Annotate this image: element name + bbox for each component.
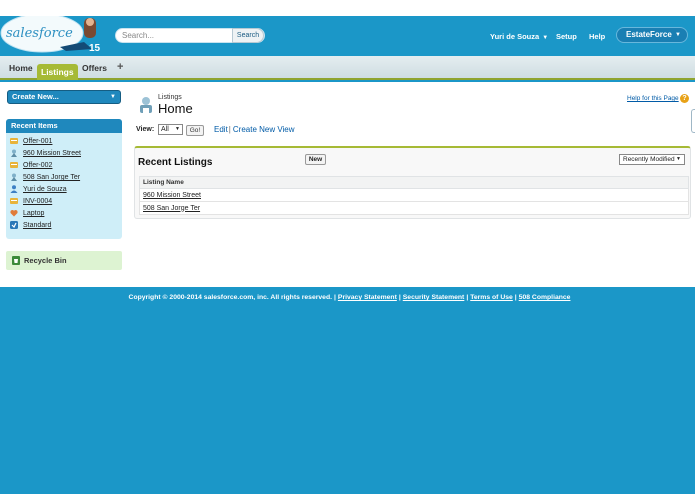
recent-item-link[interactable]: Laptop xyxy=(23,210,44,217)
go-button[interactable]: Go! xyxy=(186,125,204,136)
user-name: Yuri de Souza xyxy=(490,32,540,41)
link-separator: | xyxy=(228,125,231,134)
table-row: 960 Mission Street xyxy=(139,188,689,202)
list-item: Laptop xyxy=(6,207,122,219)
list-item: Offer-002 xyxy=(6,159,122,171)
edit-view-link[interactable]: Edit xyxy=(214,125,228,134)
list-item: INV-0004 xyxy=(6,195,122,207)
create-new-view-link[interactable]: Create New View xyxy=(233,125,295,134)
table-cell: 960 Mission Street xyxy=(139,188,689,202)
all-tabs-plus-icon[interactable]: + xyxy=(117,61,123,73)
footer-separator: | xyxy=(334,294,336,301)
help-for-this-page-link[interactable]: Help for this Page xyxy=(627,95,679,102)
footer-separator: | xyxy=(466,294,469,301)
terms-of-use-link[interactable]: Terms of Use xyxy=(470,294,513,301)
logo-badge: 15 xyxy=(89,43,101,54)
footer-separator: | xyxy=(398,294,401,301)
listing-icon xyxy=(140,97,152,113)
user-icon xyxy=(10,185,18,193)
list-item: Offer-001 xyxy=(6,135,122,147)
recent-items-list: Offer-001 960 Mission Street Offer-002 5… xyxy=(6,133,122,231)
offer-icon xyxy=(10,138,18,144)
new-listing-button[interactable]: New xyxy=(305,154,326,165)
recent-items-title: Recent Items xyxy=(6,119,122,133)
recycle-bin[interactable]: Recycle Bin xyxy=(6,251,122,270)
top-strip xyxy=(0,0,695,16)
list-item: 508 San Jorge Ter xyxy=(6,171,122,183)
sort-select[interactable]: Recently Modified ▼ xyxy=(619,154,685,165)
tab-offers[interactable]: Offers xyxy=(82,63,107,73)
sidebar-collapse-handle[interactable] xyxy=(691,109,695,133)
tab-bar: Home Listings Offers + xyxy=(0,56,695,80)
help-link[interactable]: Help xyxy=(589,32,605,41)
recent-listings-panel: Recent Listings New Recently Modified ▼ … xyxy=(134,146,691,219)
recent-item-link[interactable]: Yuri de Souza xyxy=(23,186,67,193)
app-switcher[interactable]: EstateForce ▼ xyxy=(616,27,688,43)
page-title: Home xyxy=(158,101,193,116)
salesforce-logo[interactable]: salesforce 15 xyxy=(0,16,102,56)
table-row: 508 San Jorge Ter xyxy=(139,201,689,215)
recent-item-link[interactable]: INV-0004 xyxy=(23,198,52,205)
recent-items-panel: Recent Items Offer-001 960 Mission Stree… xyxy=(6,119,122,239)
setup-link[interactable]: Setup xyxy=(556,32,577,41)
search-input[interactable] xyxy=(122,30,232,41)
recent-item-link[interactable]: 960 Mission Street xyxy=(23,150,81,157)
view-links: Edit| Create New View xyxy=(214,125,295,134)
recent-listings-table: Listing Name 960 Mission Street 508 San … xyxy=(139,176,689,215)
chevron-down-icon: ▼ xyxy=(676,156,681,162)
sort-selected-value: Recently Modified xyxy=(623,156,675,163)
table-header-row: Listing Name xyxy=(139,176,689,189)
view-select[interactable]: All ▼ xyxy=(158,124,183,135)
app-name: EstateForce xyxy=(626,30,672,39)
recent-item-link[interactable]: Offer-001 xyxy=(23,138,52,145)
pricebook-icon xyxy=(10,221,18,229)
list-item: 960 Mission Street xyxy=(6,147,122,159)
chevron-down-icon: ▼ xyxy=(175,126,180,132)
copyright-text: Copyright © 2000-2014 salesforce.com, in… xyxy=(128,294,332,301)
search-box: Search xyxy=(115,28,265,43)
recent-item-link[interactable]: Offer-002 xyxy=(23,162,52,169)
list-item: Standard xyxy=(6,219,122,231)
invoice-icon xyxy=(10,198,18,204)
page-object-label: Listings xyxy=(158,94,182,101)
product-icon xyxy=(10,210,18,217)
listing-icon xyxy=(11,149,17,157)
create-new-button[interactable]: Create New... ▼ xyxy=(7,90,121,104)
global-header: salesforce 15 Search Yuri de Souza▼ Setu… xyxy=(0,16,695,56)
create-new-label: Create New... xyxy=(12,92,59,101)
help-icon[interactable]: ? xyxy=(680,94,689,103)
recent-listings-title: Recent Listings xyxy=(138,157,213,168)
table-cell: 508 San Jorge Ter xyxy=(139,201,689,215)
chevron-down-icon: ▼ xyxy=(542,35,549,41)
user-menu[interactable]: Yuri de Souza ▼ xyxy=(490,32,548,41)
recycle-bin-icon xyxy=(12,256,20,265)
recycle-bin-label: Recycle Bin xyxy=(24,256,67,265)
view-label: View: xyxy=(136,126,155,133)
508-compliance-link[interactable]: 508 Compliance xyxy=(519,294,571,301)
view-selected-value: All xyxy=(161,126,169,133)
tab-listings[interactable]: Listings xyxy=(37,64,78,80)
recent-item-link[interactable]: Standard xyxy=(23,222,51,229)
chevron-down-icon: ▼ xyxy=(675,32,681,38)
listing-link[interactable]: 960 Mission Street xyxy=(143,192,201,199)
tab-home[interactable]: Home xyxy=(9,63,33,73)
search-button[interactable]: Search xyxy=(232,28,264,43)
recent-item-link[interactable]: 508 San Jorge Ter xyxy=(23,174,80,181)
chevron-down-icon: ▼ xyxy=(110,94,116,100)
privacy-statement-link[interactable]: Privacy Statement xyxy=(338,294,397,301)
logo-text: salesforce xyxy=(6,26,73,41)
list-item: Yuri de Souza xyxy=(6,183,122,195)
main-content: Create New... ▼ Recent Items Offer-001 9… xyxy=(0,82,695,287)
listing-link[interactable]: 508 San Jorge Ter xyxy=(143,205,200,212)
listing-icon xyxy=(11,173,17,181)
offer-icon xyxy=(10,162,18,168)
column-header-listing-name[interactable]: Listing Name xyxy=(139,176,689,189)
footer: Copyright © 2000-2014 salesforce.com, in… xyxy=(0,294,695,301)
security-statement-link[interactable]: Security Statement xyxy=(403,294,465,301)
footer-separator: | xyxy=(514,294,517,301)
